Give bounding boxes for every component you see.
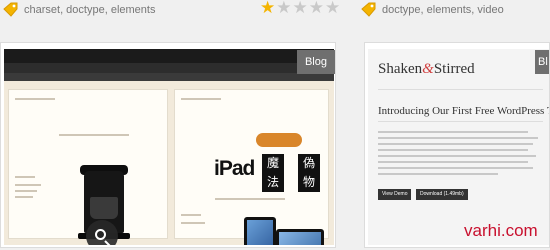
- ipad-banner-pill: [256, 133, 302, 147]
- rating-stars[interactable]: ★ ★ ★ ★ ★: [260, 0, 340, 16]
- post-heading: Introducing Our First Free WordPress The: [378, 105, 550, 117]
- screenshot-nav: [4, 63, 334, 73]
- ipad-image: [276, 229, 324, 245]
- ipad-headline-image: iPad: [214, 157, 255, 180]
- right-tags-text: doctype, elements, video: [382, 4, 504, 16]
- star-icon[interactable]: ★: [325, 0, 340, 16]
- view-demo-button[interactable]: View Demo: [378, 189, 412, 200]
- right-preview-card[interactable]: Shaken&Stirred Introducing Our First Fre…: [364, 42, 550, 248]
- tag-icon: [3, 2, 18, 17]
- tag-icon: [361, 2, 376, 17]
- watermark-text: varhi.com: [464, 221, 538, 240]
- left-tags-text: charset, doctype, elements: [24, 4, 156, 16]
- kanji-block: 魔法: [262, 154, 284, 192]
- site-brand-logo: Shaken&Stirred: [378, 61, 475, 77]
- star-icon[interactable]: ★: [309, 0, 324, 16]
- right-tags-row: doctype, elements, video: [360, 0, 504, 20]
- right-site-screenshot[interactable]: Shaken&Stirred Introducing Our First Fre…: [368, 49, 550, 245]
- screenshot-header: [4, 49, 334, 63]
- category-badge[interactable]: Blog: [296, 50, 335, 74]
- left-preview-card[interactable]: iPad 魔法 偽物 Blog: [0, 42, 336, 248]
- left-site-screenshot[interactable]: iPad 魔法 偽物: [4, 49, 334, 245]
- kanji-block: 偽物: [298, 154, 320, 192]
- screenshot-strip: [4, 73, 334, 81]
- left-tags-row: charset, doctype, elements: [2, 0, 155, 20]
- ipad-image: [244, 217, 276, 245]
- download-button[interactable]: Download (1.49mb): [416, 189, 468, 200]
- star-icon[interactable]: ★: [276, 0, 291, 16]
- category-badge[interactable]: Bl: [535, 50, 549, 74]
- star-icon[interactable]: ★: [260, 0, 275, 16]
- star-icon[interactable]: ★: [293, 0, 308, 16]
